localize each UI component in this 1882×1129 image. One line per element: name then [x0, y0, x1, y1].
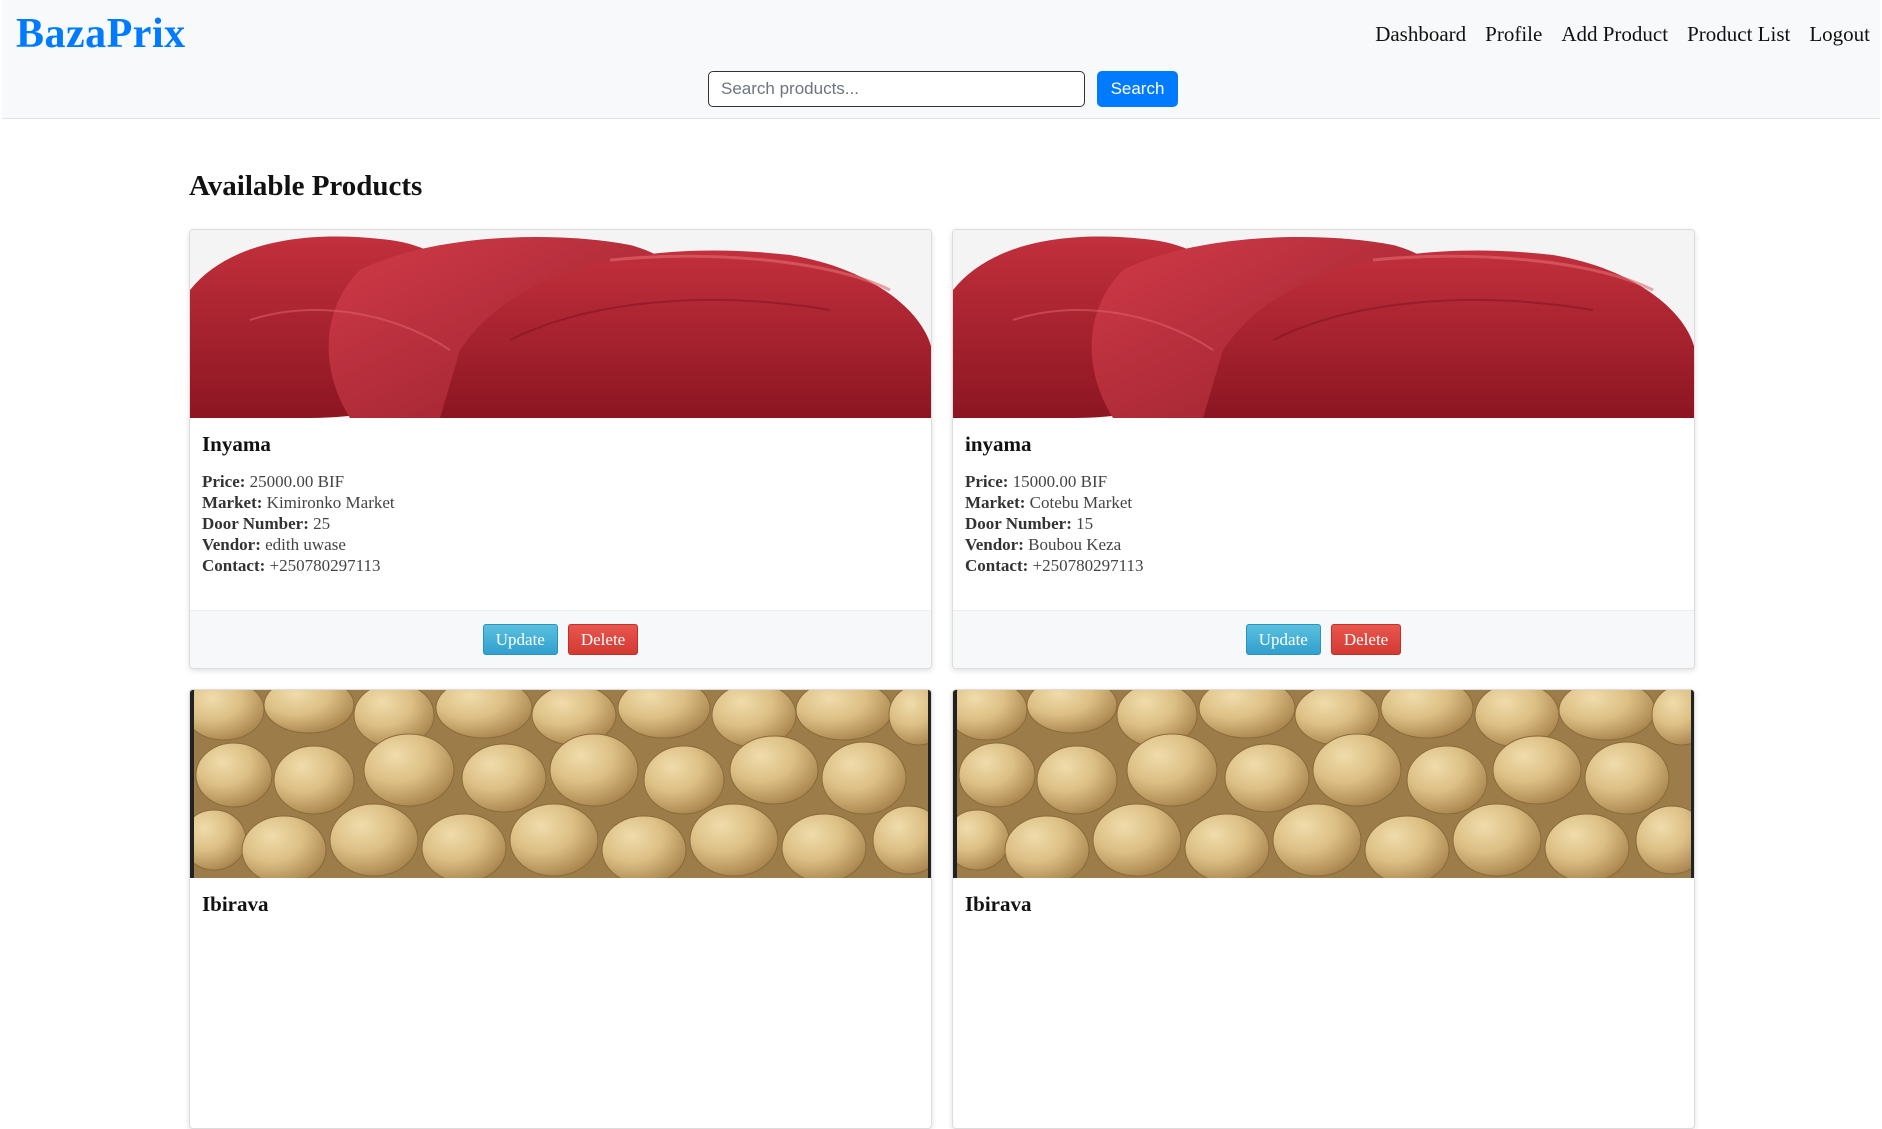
- navbar: BazaPrix Dashboard Profile Add Product P…: [2, 0, 1880, 119]
- nav-links: Dashboard Profile Add Product Product Li…: [1375, 22, 1870, 47]
- nav-add-product[interactable]: Add Product: [1561, 22, 1668, 47]
- product-card: Ibirava: [189, 689, 932, 1129]
- meat-photo: [190, 230, 931, 418]
- door-row: Door Number: 15: [965, 514, 1094, 533]
- price-value: 15000.00 BIF: [1012, 472, 1108, 491]
- card-body: Inyama Price: 25000.00 BIF Market: Kimir…: [190, 418, 931, 612]
- vendor-row: Vendor: Boubou Keza: [965, 535, 1122, 554]
- contact-row: Contact: +250780297113: [202, 556, 381, 575]
- vendor-value: Boubou Keza: [1028, 535, 1122, 554]
- search-form: Search: [708, 71, 1178, 107]
- product-card: Ibirava: [952, 689, 1695, 1129]
- potato-photo: [957, 690, 1691, 878]
- search-input[interactable]: [708, 71, 1085, 107]
- product-name: Inyama: [202, 432, 271, 456]
- product-image: [190, 690, 931, 878]
- market-row: Market: Kimironko Market: [202, 493, 395, 512]
- potato-photo: [194, 690, 928, 878]
- brand-logo[interactable]: BazaPrix: [16, 10, 186, 58]
- nav-dashboard[interactable]: Dashboard: [1375, 22, 1466, 47]
- door-value: 25: [313, 514, 331, 533]
- vendor-row: Vendor: edith uwase: [202, 535, 346, 554]
- door-row: Door Number: 25: [202, 514, 331, 533]
- nav-logout[interactable]: Logout: [1809, 22, 1870, 47]
- card-body: Ibirava: [190, 878, 931, 1072]
- product-name: Ibirava: [965, 892, 1032, 916]
- nav-product-list[interactable]: Product List: [1687, 22, 1790, 47]
- delete-button[interactable]: Delete: [1330, 624, 1402, 655]
- price-row: Price: 25000.00 BIF: [202, 472, 345, 491]
- product-image: [953, 690, 1694, 878]
- market-value: Cotebu Market: [1029, 493, 1133, 512]
- meat-photo: [953, 230, 1694, 418]
- price-value: 25000.00 BIF: [249, 472, 345, 491]
- card-footer: Update Delete: [190, 610, 931, 668]
- product-name: inyama: [965, 432, 1032, 456]
- card-body: inyama Price: 15000.00 BIF Market: Coteb…: [953, 418, 1694, 612]
- price-row: Price: 15000.00 BIF: [965, 472, 1108, 491]
- card-body: Ibirava: [953, 878, 1694, 1072]
- contact-value: +250780297113: [1032, 556, 1144, 575]
- vendor-value: edith uwase: [265, 535, 346, 554]
- search-button[interactable]: Search: [1097, 71, 1178, 107]
- product-image: [953, 230, 1694, 418]
- product-image: [190, 230, 931, 418]
- page-title: Available Products: [189, 170, 423, 202]
- product-name: Ibirava: [202, 892, 269, 916]
- product-grid: Inyama Price: 25000.00 BIF Market: Kimir…: [189, 229, 1695, 1129]
- door-value: 15: [1076, 514, 1094, 533]
- update-button[interactable]: Update: [482, 624, 558, 655]
- delete-button[interactable]: Delete: [567, 624, 639, 655]
- card-footer: Update Delete: [953, 610, 1694, 668]
- update-button[interactable]: Update: [1245, 624, 1321, 655]
- contact-row: Contact: +250780297113: [965, 556, 1144, 575]
- product-card: Inyama Price: 25000.00 BIF Market: Kimir…: [189, 229, 932, 669]
- market-row: Market: Cotebu Market: [965, 493, 1133, 512]
- nav-profile[interactable]: Profile: [1485, 22, 1542, 47]
- contact-value: +250780297113: [269, 556, 381, 575]
- product-card: inyama Price: 15000.00 BIF Market: Coteb…: [952, 229, 1695, 669]
- market-value: Kimironko Market: [266, 493, 395, 512]
